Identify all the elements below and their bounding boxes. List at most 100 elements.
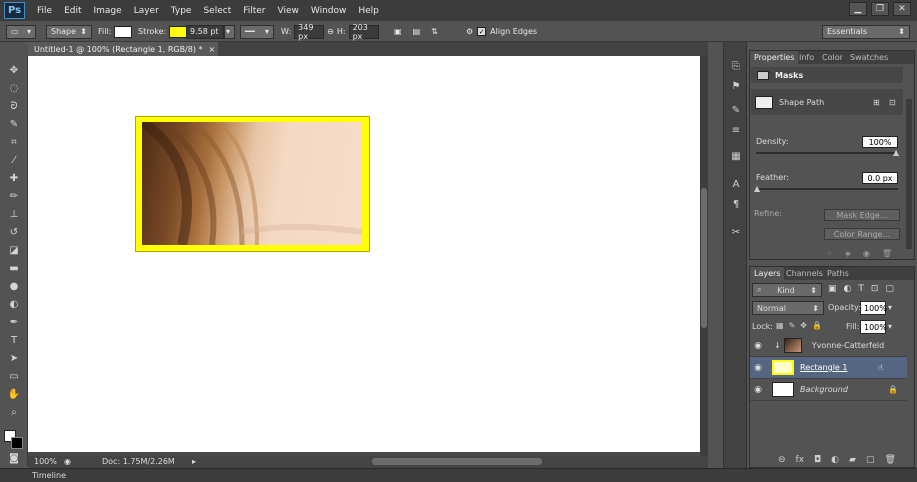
- feather-slider-handle[interactable]: ▲: [754, 184, 760, 193]
- add-vector-mask-icon[interactable]: ⊡: [889, 98, 896, 107]
- link-icon[interactable]: ⊖: [327, 27, 334, 36]
- layer-row-yvonne[interactable]: ◉ ↓ Yvonne-Catterfeld: [750, 335, 907, 357]
- tab-info[interactable]: Info: [795, 51, 818, 64]
- opacity-field[interactable]: 100%: [860, 301, 887, 315]
- menu-window[interactable]: Window: [311, 6, 347, 16]
- fill-dropdown-icon[interactable]: ▾: [888, 322, 892, 331]
- minimize-button[interactable]: ▁: [849, 2, 867, 16]
- tab-swatches[interactable]: Swatches: [846, 51, 892, 64]
- healing-brush-tool-icon[interactable]: ✚: [6, 172, 22, 186]
- history-brush-tool-icon[interactable]: ↺: [6, 226, 22, 240]
- blur-tool-icon[interactable]: ●: [6, 280, 22, 294]
- width-field[interactable]: 349 px: [294, 23, 325, 41]
- layer-row-background[interactable]: ◉ Background 🔒: [750, 379, 907, 401]
- menu-filter[interactable]: Filter: [243, 6, 265, 16]
- hand-tool-icon[interactable]: ✋: [6, 388, 22, 402]
- status-menu-arrow-icon[interactable]: ▸: [192, 457, 196, 466]
- gear-icon[interactable]: ⚙: [466, 27, 473, 36]
- density-field[interactable]: 100%: [862, 136, 898, 148]
- horizontal-scrollbar-thumb[interactable]: [372, 458, 542, 465]
- tool-preset-picker[interactable]: ▭ ▾: [6, 24, 36, 39]
- restore-button[interactable]: ❐: [871, 2, 889, 16]
- lock-transparent-icon[interactable]: ▦: [776, 321, 784, 330]
- dodge-tool-icon[interactable]: ◐: [6, 298, 22, 312]
- close-button[interactable]: ✕: [893, 2, 911, 16]
- menu-image[interactable]: Image: [94, 6, 122, 16]
- properties-scrollbar[interactable]: [906, 99, 912, 249]
- add-pixel-mask-icon[interactable]: ⊞: [873, 98, 880, 107]
- lock-all-icon[interactable]: 🔒: [812, 321, 822, 330]
- lock-position-icon[interactable]: ✥: [800, 321, 807, 330]
- menu-file[interactable]: File: [37, 6, 52, 16]
- menu-layer[interactable]: Layer: [134, 6, 159, 16]
- blend-mode-select[interactable]: Normal ⬍: [752, 301, 824, 315]
- opacity-dropdown-icon[interactable]: ▾: [888, 303, 892, 312]
- styles-panel-icon[interactable]: ▦: [728, 150, 744, 164]
- new-layer-icon[interactable]: ▢: [866, 455, 875, 465]
- tab-paths[interactable]: Paths: [823, 267, 853, 280]
- tab-color[interactable]: Color: [818, 51, 847, 64]
- path-selection-tool-icon[interactable]: ➤: [6, 352, 22, 366]
- stroke-width-dropdown[interactable]: ▾: [224, 24, 235, 39]
- stroke-width-field[interactable]: 9.58 pt: [186, 24, 224, 39]
- paragraph-panel-icon[interactable]: ¶: [728, 198, 744, 212]
- menu-view[interactable]: View: [278, 6, 299, 16]
- background-color-swatch[interactable]: [11, 437, 23, 449]
- color-range-button[interactable]: Color Range...: [824, 228, 900, 240]
- tool-presets-panel-icon[interactable]: ✂: [728, 226, 744, 240]
- layer-row-rectangle[interactable]: ◉ Rectangle 1 ☝: [750, 357, 907, 379]
- quick-select-tool-icon[interactable]: ✎: [6, 118, 22, 132]
- filter-smartobject-icon[interactable]: ▢: [885, 284, 894, 294]
- pen-tool-icon[interactable]: ✒: [6, 316, 22, 330]
- align-edges-checkbox[interactable]: ✓: [477, 27, 487, 36]
- close-tab-icon[interactable]: ×: [209, 45, 216, 54]
- timeline-panel[interactable]: Timeline: [0, 468, 917, 482]
- character-panel-icon[interactable]: A: [728, 178, 744, 192]
- delete-layer-icon[interactable]: 🗑: [884, 455, 895, 465]
- eraser-tool-icon[interactable]: ◪: [6, 244, 22, 258]
- link-layers-icon[interactable]: ⊖: [778, 455, 786, 465]
- apply-mask-icon[interactable]: ◈: [845, 249, 851, 258]
- menu-type[interactable]: Type: [171, 6, 192, 16]
- brush-panel-icon[interactable]: ✎: [728, 104, 744, 118]
- menu-edit[interactable]: Edit: [64, 6, 81, 16]
- history-panel-icon[interactable]: ⎘: [728, 60, 744, 74]
- crop-tool-icon[interactable]: ⌗: [6, 136, 22, 150]
- fill-opacity-field[interactable]: 100%: [860, 320, 887, 334]
- menu-select[interactable]: Select: [203, 6, 231, 16]
- document-tab[interactable]: Untitled-1 @ 100% (Rectangle 1, RGB/8) *…: [28, 42, 218, 56]
- tab-layers[interactable]: Layers: [750, 267, 785, 280]
- brush-tool-icon[interactable]: ✏: [6, 190, 22, 204]
- lasso-tool-icon[interactable]: ᘐ: [6, 100, 22, 114]
- adjustment-layer-icon[interactable]: ◐: [831, 455, 839, 465]
- vertical-scrollbar-thumb[interactable]: [701, 188, 707, 328]
- shape-mode-select[interactable]: Shape ⬍: [46, 24, 92, 39]
- marquee-tool-icon[interactable]: ◌: [6, 82, 22, 96]
- eyedropper-tool-icon[interactable]: ⁄: [6, 154, 22, 168]
- gradient-tool-icon[interactable]: ▬: [6, 262, 22, 276]
- zoom-tool-icon[interactable]: ⌕: [6, 406, 22, 420]
- mask-edge-button[interactable]: Mask Edge...: [824, 209, 900, 221]
- quick-mask-icon[interactable]: ◙: [6, 452, 22, 466]
- clone-stamp-tool-icon[interactable]: ⊥: [6, 208, 22, 222]
- tab-channels[interactable]: Channels: [782, 267, 827, 280]
- status-info-icon[interactable]: ◉: [64, 457, 71, 466]
- add-mask-icon[interactable]: ◘: [814, 455, 821, 465]
- fill-swatch[interactable]: [114, 25, 133, 38]
- type-tool-icon[interactable]: T: [6, 334, 22, 348]
- layer-kind-filter[interactable]: ⌕ Kind ⬍: [752, 283, 822, 297]
- adjustments-panel-icon[interactable]: ≡: [728, 124, 744, 138]
- filter-type-icon[interactable]: T: [858, 284, 864, 294]
- layer-style-icon[interactable]: fx: [796, 455, 805, 465]
- delete-mask-icon[interactable]: 🗑: [882, 249, 892, 258]
- filter-adjustment-icon[interactable]: ◐: [844, 284, 852, 294]
- stroke-type-select[interactable]: ━━ ▾: [240, 24, 274, 39]
- path-alignment-icon[interactable]: ▤: [413, 27, 421, 36]
- load-selection-icon[interactable]: ⁘: [826, 249, 833, 258]
- feather-field[interactable]: 0.0 px: [862, 172, 898, 184]
- stroke-swatch[interactable]: [169, 25, 188, 38]
- path-arrangement-icon[interactable]: ⇅: [431, 27, 438, 36]
- tab-properties[interactable]: Properties: [750, 51, 799, 64]
- filter-shape-icon[interactable]: ⊡: [871, 284, 879, 294]
- lock-image-icon[interactable]: ✎: [789, 321, 796, 330]
